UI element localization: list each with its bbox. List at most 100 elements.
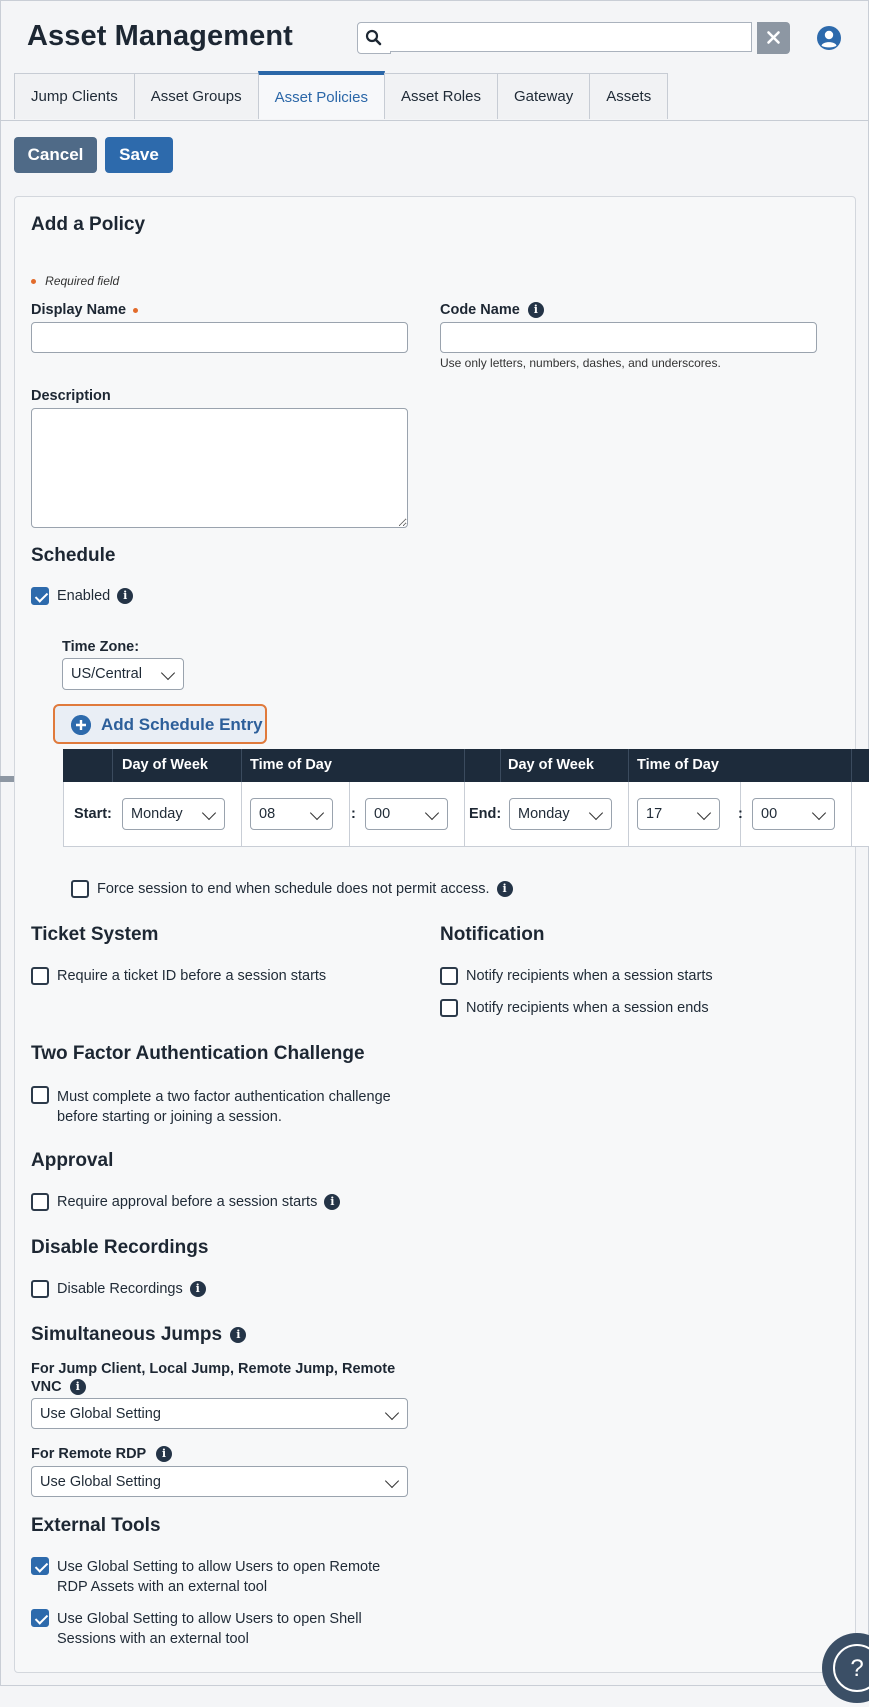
info-icon[interactable]: i [117, 588, 134, 605]
help-icon: ? [833, 1644, 869, 1692]
code-name-hint: Use only letters, numbers, dashes, and u… [440, 356, 721, 370]
two-factor-label: Must complete a two factor authenticatio… [57, 1089, 391, 1125]
notify-end-label: Notify recipients when a session ends [466, 1000, 709, 1016]
column-divider [241, 782, 242, 847]
column-divider [349, 782, 350, 847]
external-tool-shell-label: Use Global Setting to allow Users to ope… [57, 1611, 362, 1647]
remote-rdp-select[interactable]: Use Global Setting [31, 1466, 408, 1497]
clear-search-button[interactable] [757, 22, 790, 54]
chevron-down-icon [309, 805, 325, 821]
start-day-select[interactable]: Monday [122, 798, 225, 830]
two-factor-checkbox[interactable] [31, 1086, 49, 1104]
notification-heading: Notification [440, 924, 545, 945]
info-icon[interactable]: i [189, 1281, 206, 1298]
required-note: Required field [45, 274, 120, 288]
column-divider [851, 782, 852, 847]
column-divider [500, 749, 501, 782]
info-icon[interactable]: i [496, 881, 513, 898]
tab-jump-clients[interactable]: Jump Clients [14, 73, 135, 119]
info-icon[interactable]: i [230, 1326, 247, 1343]
external-tool-shell-checkbox[interactable] [31, 1609, 49, 1627]
search-button[interactable] [357, 22, 391, 54]
tab-gateway[interactable]: Gateway [497, 73, 591, 119]
info-icon[interactable]: i [527, 302, 544, 319]
require-ticket-checkbox[interactable] [31, 967, 49, 985]
external-tool-rdp-checkbox[interactable] [31, 1557, 49, 1575]
user-icon[interactable] [816, 25, 842, 51]
schedule-heading: Schedule [31, 545, 116, 566]
search-input[interactable] [390, 22, 752, 52]
column-divider [464, 749, 465, 782]
end-minute-select[interactable]: 00 [752, 798, 835, 830]
end-time-column-header: Time of Day [637, 757, 719, 773]
simultaneous-jumps-heading: Simultaneous Jumps i [31, 1324, 247, 1346]
start-hour-select[interactable]: 08 [250, 798, 333, 830]
add-schedule-entry-button[interactable]: Add Schedule Entry [53, 704, 267, 744]
remote-rdp-label: For Remote RDP i [31, 1446, 172, 1463]
info-icon[interactable]: i [155, 1446, 172, 1463]
force-session-end-checkbox[interactable] [71, 880, 89, 898]
description-label: Description [31, 388, 111, 404]
tab-asset-policies[interactable]: Asset Policies [257, 71, 385, 119]
code-name-field[interactable] [440, 322, 817, 353]
end-day-column-header: Day of Week [508, 757, 594, 773]
required-dot [31, 278, 36, 284]
disable-recordings-label: Disable Recordings i [57, 1281, 206, 1298]
chevron-down-icon [384, 1405, 400, 1421]
approval-heading: Approval [31, 1150, 114, 1171]
notify-start-label: Notify recipients when a session starts [466, 968, 713, 984]
tab-asset-groups[interactable]: Asset Groups [133, 73, 259, 119]
require-ticket-label: Require a ticket ID before a session sta… [57, 968, 327, 984]
start-minute-select[interactable]: 00 [365, 798, 448, 830]
tab-assets[interactable]: Assets [589, 73, 669, 119]
code-name-label: Code Name i [440, 302, 544, 319]
chevron-down-icon [384, 1473, 400, 1489]
column-divider [112, 749, 113, 782]
time-separator: : [351, 806, 356, 822]
column-divider [464, 782, 465, 847]
disable-recordings-heading: Disable Recordings [31, 1237, 209, 1258]
info-icon[interactable]: i [324, 1194, 341, 1211]
start-label: Start: [74, 806, 112, 822]
timezone-select[interactable]: US/Central [62, 658, 184, 690]
chevron-down-icon [696, 805, 712, 821]
ticket-system-heading: Ticket System [31, 924, 159, 945]
description-field[interactable] [31, 408, 408, 528]
search-bar [357, 22, 790, 54]
two-factor-heading: Two Factor Authentication Challenge [31, 1043, 365, 1064]
notify-start-checkbox[interactable] [440, 967, 458, 985]
start-day-column-header: Day of Week [122, 757, 208, 773]
display-name-field[interactable] [31, 322, 408, 353]
column-divider [241, 749, 242, 782]
help-button[interactable]: ? [822, 1633, 869, 1703]
form-title: Add a Policy [31, 214, 146, 235]
cancel-button[interactable]: Cancel [14, 137, 97, 173]
chevron-down-icon [160, 665, 176, 681]
svg-text:?: ? [850, 1655, 863, 1682]
end-hour-select[interactable]: 17 [637, 798, 720, 830]
column-divider [628, 782, 629, 847]
require-approval-label: Require approval before a session starts… [57, 1194, 341, 1211]
disable-recordings-checkbox[interactable] [31, 1280, 49, 1298]
start-time-column-header: Time of Day [250, 757, 332, 773]
close-icon [767, 31, 780, 44]
schedule-enabled-checkbox[interactable] [31, 587, 49, 605]
info-icon[interactable]: i [69, 1379, 86, 1396]
plus-circle-icon [71, 715, 91, 735]
timezone-label: Time Zone: [62, 639, 140, 655]
schedule-enabled-label: Enabled i [57, 588, 134, 605]
column-divider [628, 749, 629, 782]
save-button[interactable]: Save [105, 137, 173, 173]
end-day-select[interactable]: Monday [509, 798, 612, 830]
require-approval-checkbox[interactable] [31, 1193, 49, 1211]
jump-client-select[interactable]: Use Global Setting [31, 1398, 408, 1429]
search-icon [365, 29, 382, 46]
tab-asset-roles[interactable]: Asset Roles [383, 73, 498, 119]
column-divider [851, 749, 852, 782]
scroll-edge-marker [0, 776, 14, 782]
add-schedule-entry-label: Add Schedule Entry [101, 715, 263, 734]
notify-end-checkbox[interactable] [440, 999, 458, 1017]
external-tools-heading: External Tools [31, 1515, 161, 1536]
external-tool-rdp-label: Use Global Setting to allow Users to ope… [57, 1559, 381, 1595]
chevron-down-icon [588, 805, 604, 821]
